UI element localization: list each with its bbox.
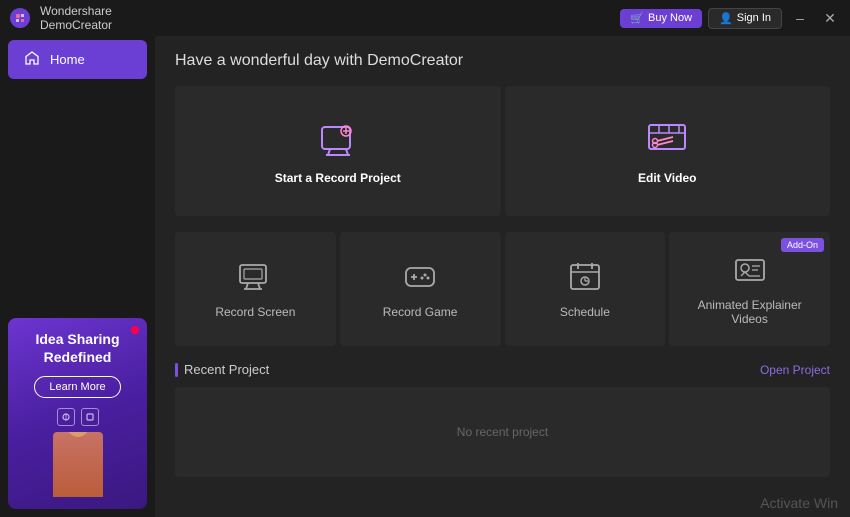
card-edit-video-label: Edit Video — [638, 171, 696, 185]
home-icon — [24, 50, 40, 69]
no-recent-text: No recent project — [457, 425, 548, 439]
activate-windows-text: Activate Win — [760, 495, 838, 511]
promo-dot — [131, 326, 139, 334]
recent-project-title: Recent Project — [175, 362, 269, 377]
top-cards-grid: Start a Record Project Edit Video — [175, 86, 830, 216]
sidebar-item-home-label: Home — [50, 52, 85, 67]
recent-project-area: No recent project — [175, 387, 830, 477]
app-logo-icon — [8, 6, 32, 30]
schedule-icon — [567, 259, 603, 295]
sidebar-promo: Idea Sharing Redefined Learn More — [8, 318, 147, 509]
addon-badge: Add-On — [781, 238, 824, 252]
record-game-icon — [402, 259, 438, 295]
user-icon: 👤 — [719, 12, 733, 25]
content-area: Have a wonderful day with DemoCreator St… — [155, 36, 850, 517]
cart-icon: 🛒 — [630, 12, 644, 25]
open-project-link[interactable]: Open Project — [760, 363, 830, 377]
app-branding: Wondershare DemoCreator — [8, 4, 112, 33]
card-record-project[interactable]: Start a Record Project — [175, 86, 501, 216]
record-project-icon — [316, 117, 360, 161]
app-name: Wondershare DemoCreator — [40, 4, 112, 33]
sidebar-item-home[interactable]: Home — [8, 40, 147, 79]
card-edit-video[interactable]: Edit Video — [505, 86, 831, 216]
title-bar-actions: 🛒 Buy Now 👤 Sign In – ✕ — [620, 6, 842, 30]
title-bar: Wondershare DemoCreator 🛒 Buy Now 👤 Sign… — [0, 0, 850, 36]
card-animated-explainer-label: Animated Explainer Videos — [689, 298, 810, 326]
card-record-game[interactable]: Record Game — [340, 232, 501, 346]
sidebar: Home Idea Sharing Redefined Learn More — [0, 36, 155, 517]
page-greeting: Have a wonderful day with DemoCreator — [175, 52, 830, 70]
main-layout: Home Idea Sharing Redefined Learn More — [0, 36, 850, 517]
promo-title: Idea Sharing Redefined — [20, 330, 135, 366]
record-screen-icon — [237, 259, 273, 295]
minimize-button[interactable]: – — [788, 6, 812, 30]
card-animated-explainer[interactable]: Add-On Animated Explainer Videos — [669, 232, 830, 346]
card-schedule[interactable]: Schedule — [505, 232, 666, 346]
animated-explainer-icon — [732, 252, 768, 288]
card-record-game-label: Record Game — [383, 305, 458, 319]
card-record-screen-label: Record Screen — [215, 305, 295, 319]
card-record-screen[interactable]: Record Screen — [175, 232, 336, 346]
card-schedule-label: Schedule — [560, 305, 610, 319]
edit-video-icon — [645, 117, 689, 161]
buy-now-button[interactable]: 🛒 Buy Now — [620, 9, 702, 28]
sign-in-button[interactable]: 👤 Sign In — [708, 8, 782, 29]
card-record-project-label: Start a Record Project — [275, 171, 401, 185]
bottom-cards-grid: Record Screen Record Game — [175, 232, 830, 346]
sidebar-nav: Home — [0, 36, 155, 310]
recent-project-header: Recent Project Open Project — [175, 362, 830, 377]
close-button[interactable]: ✕ — [818, 6, 842, 30]
promo-learn-more-button[interactable]: Learn More — [34, 376, 120, 398]
